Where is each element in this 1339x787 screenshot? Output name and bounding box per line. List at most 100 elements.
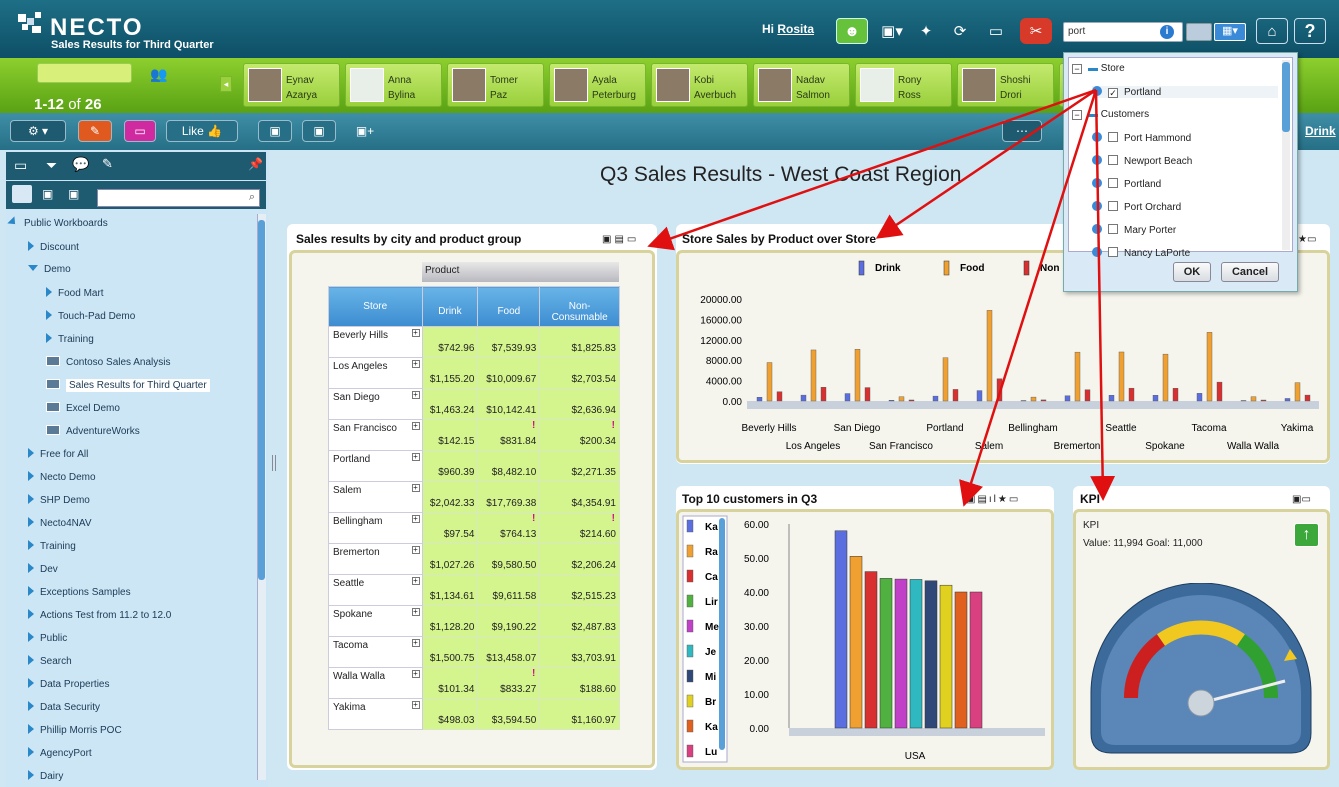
- workboard-view-icon[interactable]: ▣: [302, 120, 336, 142]
- expand-icon[interactable]: +: [411, 484, 420, 492]
- tree-item[interactable]: Excel Demo: [46, 402, 120, 414]
- presentation-icon[interactable]: ▭: [124, 120, 156, 142]
- tree-item[interactable]: Food Mart: [46, 287, 104, 299]
- tree-item[interactable]: Necto Demo: [28, 471, 96, 483]
- tree-item[interactable]: Public Workboards: [7, 216, 108, 229]
- user-link[interactable]: Rosita: [777, 22, 814, 36]
- store-row-header[interactable]: Spokane +: [328, 605, 423, 637]
- customers-panel-icons[interactable]: ▣▤ıl★▭: [966, 494, 1020, 505]
- checkbox[interactable]: [1108, 224, 1118, 234]
- store-row-header[interactable]: Portland +: [328, 450, 423, 482]
- popup-cancel-button[interactable]: Cancel: [1221, 262, 1279, 282]
- drink-link[interactable]: Drink: [1305, 124, 1336, 138]
- tree-item[interactable]: Exceptions Samples: [28, 586, 131, 598]
- tree-item[interactable]: Phillip Morris POC: [28, 724, 122, 736]
- person-card[interactable]: Kobi Averbuch: [651, 63, 748, 107]
- group-icon[interactable]: 👥: [150, 66, 167, 83]
- tree-item[interactable]: Training: [46, 333, 94, 345]
- product-column-header[interactable]: Food: [477, 286, 541, 327]
- people-filter-control[interactable]: [37, 63, 132, 83]
- popup-item-customer[interactable]: Mary Porter: [1092, 224, 1176, 236]
- tree-item[interactable]: Dairy: [28, 770, 63, 782]
- pin-icon[interactable]: 📌: [248, 157, 263, 171]
- tree-item[interactable]: Dev: [28, 563, 58, 575]
- store-row-header[interactable]: Walla Walla +: [328, 667, 423, 699]
- store-row-header[interactable]: San Francisco +: [328, 419, 423, 451]
- device-icon[interactable]: ▭: [980, 18, 1012, 44]
- tag-icon[interactable]: ✎: [102, 156, 113, 172]
- tree-item[interactable]: Data Security: [28, 701, 100, 713]
- popup-item-customer[interactable]: Port Hammond: [1092, 132, 1191, 144]
- expand-icon[interactable]: +: [411, 577, 420, 585]
- expand-icon[interactable]: +: [411, 515, 420, 523]
- expand-icon[interactable]: +: [411, 546, 420, 554]
- store-row-header[interactable]: Tacoma +: [328, 636, 423, 668]
- expand-icon[interactable]: +: [411, 608, 420, 616]
- tree-item[interactable]: SHP Demo: [28, 494, 90, 506]
- popup-ok-button[interactable]: OK: [1173, 262, 1211, 282]
- checkbox[interactable]: [1108, 247, 1118, 257]
- tree-item[interactable]: Sales Results for Third Quarter: [46, 379, 210, 392]
- add-workboard-icon[interactable]: ▣+: [348, 120, 382, 142]
- comment-icon[interactable]: 💬: [72, 156, 89, 173]
- tree-item[interactable]: Demo: [28, 264, 71, 275]
- tree-item[interactable]: Data Properties: [28, 678, 109, 690]
- kpi-panel-icons[interactable]: ▣▭: [1292, 494, 1311, 505]
- person-card[interactable]: Eynav Azarya: [243, 63, 340, 107]
- person-card[interactable]: Tomer Paz: [447, 63, 544, 107]
- grid-toggle-icon[interactable]: ⋯: [1002, 120, 1042, 142]
- tree-item[interactable]: Contoso Sales Analysis: [46, 356, 171, 368]
- popup-group-store[interactable]: − ▬ Store: [1072, 63, 1125, 74]
- popup-item-customer[interactable]: Port Orchard: [1092, 201, 1181, 213]
- person-card[interactable]: Anna Bylina: [345, 63, 442, 107]
- store-chart-icons[interactable]: ★▭: [1298, 234, 1316, 245]
- splitter-handle[interactable]: [272, 455, 276, 471]
- expand-icon[interactable]: +: [411, 453, 420, 461]
- popup-item-customer[interactable]: Nancy LaPorte: [1092, 247, 1190, 259]
- help-icon[interactable]: ?: [1294, 18, 1326, 44]
- save-menu-icon[interactable]: ▣▾: [876, 18, 908, 44]
- settings-gear-icon[interactable]: ⚙ ▾: [10, 120, 66, 142]
- person-card[interactable]: Rony Ross: [855, 63, 952, 107]
- store-row-header[interactable]: Beverly Hills +: [328, 326, 423, 358]
- tree-item[interactable]: Public: [28, 632, 67, 644]
- tree-item[interactable]: AgencyPort: [28, 747, 92, 759]
- expand-icon[interactable]: +: [411, 391, 420, 399]
- sidebar-search-input[interactable]: ⌕: [97, 189, 260, 207]
- expand-icon[interactable]: +: [411, 329, 420, 337]
- expand-icon[interactable]: +: [411, 670, 420, 678]
- home-icon[interactable]: ⌂: [1256, 18, 1288, 44]
- tree-item[interactable]: AdventureWorks: [46, 425, 140, 437]
- popup-scrollbar[interactable]: [1282, 60, 1290, 250]
- person-card[interactable]: Ayala Peterburg: [549, 63, 646, 107]
- sidebar-scroll-thumb[interactable]: [258, 220, 265, 580]
- people-prev-button[interactable]: ◂: [220, 76, 232, 92]
- checkbox[interactable]: [1108, 155, 1118, 165]
- product-column-header[interactable]: Drink: [421, 286, 479, 327]
- info-icon[interactable]: i: [1160, 25, 1174, 39]
- tree-item[interactable]: Touch-Pad Demo: [46, 310, 135, 322]
- checkbox[interactable]: [1108, 201, 1118, 211]
- person-card[interactable]: Nadav Salmon: [753, 63, 850, 107]
- store-row-header[interactable]: Salem +: [328, 481, 423, 513]
- magic-wand-icon[interactable]: ✦: [910, 18, 942, 44]
- refresh-icon[interactable]: ⟳: [944, 18, 976, 44]
- product-column-header[interactable]: Non- Consumable: [539, 286, 620, 327]
- new-folder-icon[interactable]: ▣: [68, 187, 79, 201]
- like-button[interactable]: Like 👍: [166, 120, 238, 142]
- tools-icon[interactable]: ✂: [1020, 18, 1052, 44]
- store-row-header[interactable]: Bellingham +: [328, 512, 423, 544]
- person-card[interactable]: Shoshi Drori: [957, 63, 1054, 107]
- tree-item[interactable]: Training: [28, 540, 76, 552]
- popup-group-customers[interactable]: − ▬ Customers: [1072, 109, 1149, 120]
- expand-icon[interactable]: +: [411, 360, 420, 368]
- checkbox[interactable]: [1108, 132, 1118, 142]
- popup-item-customer[interactable]: Newport Beach: [1092, 155, 1192, 167]
- people-icon[interactable]: ☻: [836, 18, 868, 44]
- store-row-header[interactable]: Bremerton +: [328, 543, 423, 575]
- workboards-tab-icon[interactable]: [12, 185, 32, 203]
- store-column-header[interactable]: Store: [328, 286, 423, 327]
- search-button[interactable]: [1186, 23, 1212, 41]
- store-row-header[interactable]: Yakima +: [328, 698, 423, 730]
- store-row-header[interactable]: Los Angeles +: [328, 357, 423, 389]
